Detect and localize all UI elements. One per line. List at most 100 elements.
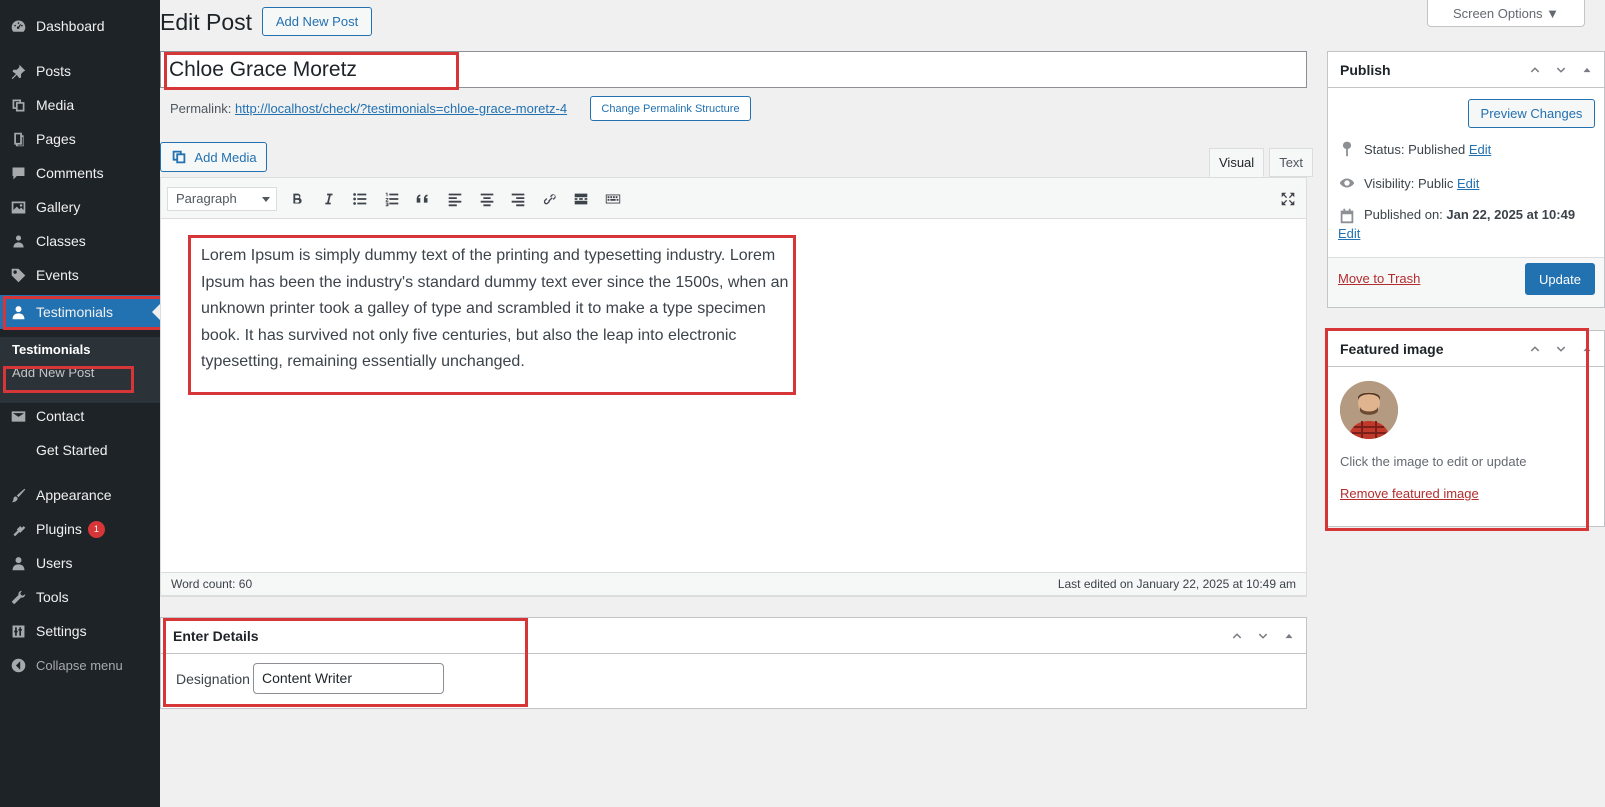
chevron-down-icon[interactable] bbox=[1550, 60, 1572, 80]
bold-icon[interactable] bbox=[287, 189, 307, 209]
menu-label: Classes bbox=[36, 233, 86, 249]
menu-comments[interactable]: Comments bbox=[0, 156, 160, 190]
collapse-menu[interactable]: Collapse menu bbox=[0, 648, 160, 682]
menu-media[interactable]: Media bbox=[0, 88, 160, 122]
update-button[interactable]: Update bbox=[1525, 263, 1595, 295]
featured-image-thumbnail[interactable] bbox=[1340, 381, 1398, 439]
menu-classes[interactable]: Classes bbox=[0, 224, 160, 258]
status-row: Status: Published Edit bbox=[1338, 140, 1491, 158]
published-on-row: Published on: Jan 22, 2025 at 10:49 bbox=[1338, 207, 1575, 225]
permalink-link[interactable]: http://localhost/check/?testimonials=chl… bbox=[235, 101, 567, 116]
add-new-post-button[interactable]: Add New Post bbox=[262, 7, 372, 36]
toggle-arrow-icon[interactable] bbox=[1576, 60, 1598, 80]
tab-visual[interactable]: Visual bbox=[1209, 148, 1265, 177]
menu-settings[interactable]: Settings bbox=[0, 614, 160, 648]
menu-label: Testimonials bbox=[36, 304, 114, 320]
menu-label: Settings bbox=[36, 623, 87, 639]
read-more-icon[interactable] bbox=[571, 189, 591, 209]
menu-gallery[interactable]: Gallery bbox=[0, 190, 160, 224]
menu-tools[interactable]: Tools bbox=[0, 580, 160, 614]
box-controls bbox=[1524, 60, 1598, 80]
submenu-add-new-post[interactable]: Add New Post bbox=[12, 365, 94, 380]
plugins-update-badge: 1 bbox=[87, 520, 105, 538]
numbered-list-icon[interactable] bbox=[382, 189, 402, 209]
menu-label: Pages bbox=[36, 131, 76, 147]
visibility-row: Visibility: Public Edit bbox=[1338, 174, 1479, 192]
menu-pages[interactable]: Pages bbox=[0, 122, 160, 156]
designation-input[interactable]: Content Writer bbox=[253, 663, 444, 694]
publish-box: Publish Preview Changes Status: Publishe… bbox=[1327, 51, 1605, 308]
dashboard-icon bbox=[9, 17, 27, 35]
visibility-value: Public bbox=[1417, 175, 1454, 191]
menu-label: Comments bbox=[36, 165, 104, 181]
editor-toolbar: Paragraph bbox=[161, 178, 1306, 219]
toggle-arrow-icon[interactable] bbox=[1278, 626, 1300, 646]
screen-options-button[interactable]: Screen Options ▼ bbox=[1427, 0, 1585, 27]
word-count: Word count: 60 bbox=[171, 577, 253, 591]
menu-label: Plugins bbox=[36, 521, 82, 537]
chevron-up-icon[interactable] bbox=[1524, 60, 1546, 80]
enter-details-title: Enter Details bbox=[161, 618, 1306, 654]
blockquote-icon[interactable] bbox=[413, 189, 433, 209]
settings-icon bbox=[9, 622, 27, 640]
chevron-up-icon[interactable] bbox=[1524, 339, 1546, 359]
menu-appearance[interactable]: Appearance bbox=[0, 478, 160, 512]
page-title: Edit Post bbox=[160, 9, 253, 35]
menu-dashboard[interactable]: Dashboard bbox=[0, 9, 160, 43]
italic-icon[interactable] bbox=[318, 189, 338, 209]
wrench-icon bbox=[9, 588, 27, 606]
post-title-input[interactable]: Chloe Grace Moretz bbox=[160, 51, 1307, 88]
menu-label: Appearance bbox=[36, 487, 112, 503]
publish-actions: Move to Trash Update bbox=[1328, 257, 1604, 307]
menu-label: Tools bbox=[36, 589, 69, 605]
menu-users[interactable]: Users bbox=[0, 546, 160, 580]
published-label: Published on: bbox=[1364, 207, 1443, 222]
add-media-button[interactable]: Add Media bbox=[160, 142, 267, 172]
bullet-list-icon[interactable] bbox=[350, 189, 370, 209]
users-icon bbox=[9, 232, 27, 250]
menu-label: Users bbox=[36, 555, 73, 571]
published-edit-link[interactable]: Edit bbox=[1338, 226, 1360, 241]
editor-tabs: Visual Text bbox=[1204, 148, 1314, 177]
fullscreen-icon[interactable] bbox=[1278, 189, 1298, 209]
remove-featured-image-link[interactable]: Remove featured image bbox=[1340, 486, 1479, 501]
menu-testimonials[interactable]: Testimonials bbox=[0, 295, 160, 329]
box-controls bbox=[1524, 339, 1598, 359]
align-center-icon[interactable] bbox=[477, 189, 497, 209]
collapse-icon bbox=[9, 656, 27, 674]
calendar-icon bbox=[1340, 208, 1354, 224]
testimonials-submenu: Testimonials Add New Post bbox=[0, 337, 160, 403]
change-permalink-button[interactable]: Change Permalink Structure bbox=[590, 96, 751, 121]
menu-contact[interactable]: Contact bbox=[0, 399, 160, 433]
chevron-up-icon[interactable] bbox=[1226, 626, 1248, 646]
content-editor: Paragraph Lorem Ipsum is simply dummy te… bbox=[160, 177, 1307, 597]
menu-events[interactable]: Events bbox=[0, 258, 160, 292]
preview-changes-button[interactable]: Preview Changes bbox=[1468, 99, 1595, 128]
toolbar-toggle-icon[interactable] bbox=[603, 189, 623, 209]
pin-icon bbox=[1342, 141, 1352, 157]
align-right-icon[interactable] bbox=[508, 189, 528, 209]
post-content[interactable]: Lorem Ipsum is simply dummy text of the … bbox=[201, 243, 791, 376]
move-to-trash-link[interactable]: Move to Trash bbox=[1338, 271, 1420, 286]
menu-posts[interactable]: Posts bbox=[0, 54, 160, 88]
tag-icon bbox=[9, 266, 27, 284]
menu-get-started[interactable]: Get Started bbox=[0, 433, 160, 467]
submenu-testimonials[interactable]: Testimonials bbox=[12, 342, 91, 357]
menu-label: Get Started bbox=[36, 442, 108, 458]
collapse-label: Collapse menu bbox=[36, 657, 123, 673]
align-left-icon[interactable] bbox=[445, 189, 465, 209]
link-icon[interactable] bbox=[540, 189, 560, 209]
plugin-icon bbox=[9, 520, 27, 538]
chevron-down-icon[interactable] bbox=[1550, 339, 1572, 359]
status-edit-link[interactable]: Edit bbox=[1469, 142, 1491, 157]
chevron-down-icon[interactable] bbox=[1252, 626, 1274, 646]
add-media-label: Add Media bbox=[194, 149, 257, 165]
user-icon bbox=[9, 554, 27, 572]
tab-text[interactable]: Text bbox=[1269, 148, 1314, 177]
permalink-label: Permalink: bbox=[170, 101, 232, 116]
toggle-arrow-icon[interactable] bbox=[1576, 339, 1598, 359]
menu-plugins[interactable]: Plugins 1 bbox=[0, 512, 160, 546]
menu-label: Contact bbox=[36, 408, 85, 424]
format-select[interactable]: Paragraph bbox=[167, 187, 277, 211]
visibility-edit-link[interactable]: Edit bbox=[1457, 176, 1479, 191]
